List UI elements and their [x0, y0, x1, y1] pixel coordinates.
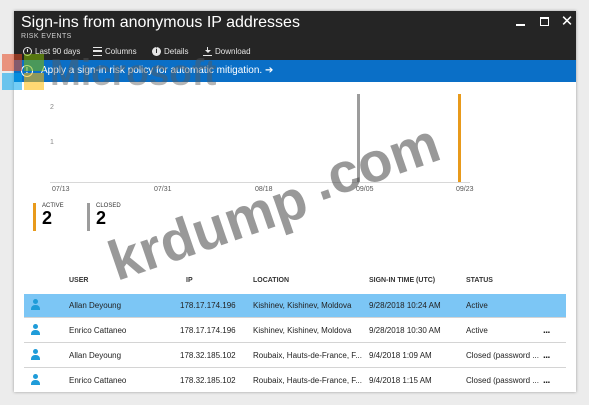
close-button[interactable]: ✕: [560, 14, 574, 29]
cell-ip: 178.17.174.196: [180, 326, 236, 335]
table-row[interactable]: Allan Deyoung 178.32.185.102 Roubaix, Ha…: [24, 343, 566, 368]
policy-banner-text: Apply a sign-in risk policy for automati…: [41, 65, 274, 76]
x-tick-label: 09/23: [456, 186, 474, 193]
legend-active-count: 2: [42, 208, 53, 228]
more-actions-button[interactable]: ...: [543, 350, 550, 361]
cell-status: Active: [466, 301, 488, 310]
cell-user: Allan Deyoung: [69, 351, 122, 360]
header-sign-in-time[interactable]: SIGN-IN TIME (UTC): [369, 277, 435, 284]
maximize-button[interactable]: [538, 15, 552, 29]
time-range-button[interactable]: Last 90 days: [23, 44, 80, 58]
legend-active[interactable]: ACTIVE 2: [33, 203, 64, 231]
table-row[interactable]: Enrico Cattaneo 178.32.185.102 Roubaix, …: [24, 368, 566, 392]
details-label: Details: [164, 46, 189, 56]
cell-user: Allan Deyoung: [69, 301, 122, 310]
risk-events-chart: 2 1 07/13 07/31 08/18 09/05 09/23: [14, 82, 576, 197]
minimize-button[interactable]: [514, 15, 528, 29]
info-icon: i: [152, 46, 161, 56]
user-icon: [29, 323, 42, 336]
risk-events-table: USER IP LOCATION SIGN-IN TIME (UTC) STAT…: [24, 273, 566, 392]
clock-icon: [23, 46, 32, 56]
download-icon: [203, 46, 212, 56]
policy-banner[interactable]: ! Apply a sign-in risk policy for automa…: [14, 60, 576, 82]
y-tick-label: 2: [50, 104, 54, 111]
x-tick-label: 08/18: [255, 186, 273, 193]
more-actions-button[interactable]: ...: [543, 325, 550, 336]
header-user[interactable]: USER: [69, 277, 88, 284]
cell-status: Closed (password ...: [466, 376, 539, 385]
user-icon: [29, 298, 42, 311]
x-axis-line: [50, 182, 470, 183]
time-range-label: Last 90 days: [35, 46, 81, 56]
user-icon: [29, 373, 42, 386]
table-row[interactable]: Allan Deyoung 178.17.174.196 Kishinev, K…: [24, 293, 566, 318]
x-tick-label: 07/13: [52, 186, 70, 193]
cell-ip: 178.32.185.102: [180, 376, 236, 385]
cell-status: Active: [466, 326, 488, 335]
header-location[interactable]: LOCATION: [253, 277, 289, 284]
cell-user: Enrico Cattaneo: [69, 376, 127, 385]
user-icon: [29, 348, 42, 361]
cell-ip: 178.32.185.102: [180, 351, 236, 360]
blade-subtitle: RISK EVENTS: [21, 33, 72, 40]
y-tick-label: 1: [50, 139, 54, 146]
columns-icon: [93, 46, 102, 56]
cell-status: Closed (password ...: [466, 351, 539, 360]
cell-time: 9/4/2018 1:15 AM: [369, 376, 432, 385]
x-tick-label: 07/31: [154, 186, 172, 193]
cell-location: Roubaix, Hauts-de-France, F...: [253, 351, 362, 360]
cell-ip: 178.17.174.196: [180, 301, 236, 310]
policy-info-icon: !: [21, 65, 33, 77]
chart-bar-closed[interactable]: [357, 94, 360, 182]
cell-time: 9/4/2018 1:09 AM: [369, 351, 432, 360]
blade-title: Sign-ins from anonymous IP addresses: [21, 14, 300, 31]
cell-time: 9/28/2018 10:24 AM: [369, 301, 441, 310]
cell-time: 9/28/2018 10:30 AM: [369, 326, 441, 335]
legend-closed-count: 2: [96, 208, 107, 228]
cell-location: Kishinev, Kishinev, Moldova: [253, 326, 352, 335]
risk-events-blade: Sign-ins from anonymous IP addresses RIS…: [14, 11, 576, 392]
cell-user: Enrico Cattaneo: [69, 326, 127, 335]
cell-location: Roubaix, Hauts-de-France, F...: [253, 376, 362, 385]
download-label: Download: [215, 46, 251, 56]
download-button[interactable]: Download: [203, 44, 251, 58]
table-header: USER IP LOCATION SIGN-IN TIME (UTC) STAT…: [24, 273, 566, 293]
cell-location: Kishinev, Kishinev, Moldova: [253, 301, 352, 310]
table-row[interactable]: Enrico Cattaneo 178.17.174.196 Kishinev,…: [24, 318, 566, 343]
x-tick-label: 09/05: [356, 186, 374, 193]
toolbar: Last 90 days Columns i Details Download: [14, 42, 576, 60]
columns-label: Columns: [105, 46, 137, 56]
header-status[interactable]: STATUS: [466, 277, 493, 284]
more-actions-button[interactable]: ...: [543, 375, 550, 386]
header-ip[interactable]: IP: [186, 277, 193, 284]
chart-bar-active[interactable]: [458, 94, 461, 182]
title-bar: Sign-ins from anonymous IP addresses RIS…: [14, 11, 576, 60]
columns-button[interactable]: Columns: [93, 44, 137, 58]
legend-closed[interactable]: CLOSED 2: [87, 203, 121, 231]
details-button[interactable]: i Details: [152, 44, 188, 58]
